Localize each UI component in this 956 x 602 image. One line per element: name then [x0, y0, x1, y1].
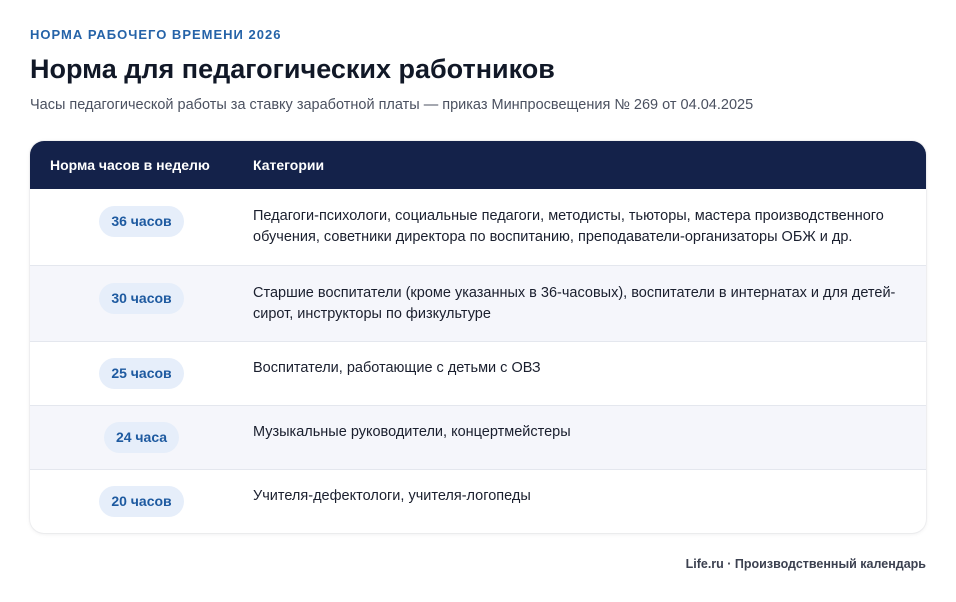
- table-row: 20 часов Учителя-дефектологи, учителя-ло…: [30, 469, 926, 533]
- category-cell: Педагоги-психологи, социальные педагоги,…: [253, 208, 884, 245]
- table-row: 25 часов Воспитатели, работающие с детьм…: [30, 341, 926, 405]
- hours-cell: 30 часов: [30, 266, 253, 314]
- category-cell: Воспитатели, работающие с детьми с ОВЗ: [253, 360, 541, 376]
- column-header-hours: Норма часов в неделю: [50, 157, 210, 173]
- category-cell: Музыкальные руководители, концертмейстер…: [253, 424, 571, 440]
- hours-badge: 20 часов: [99, 486, 184, 517]
- category-cell: Учителя-дефектологи, учителя-логопеды: [253, 488, 531, 504]
- table-row: 30 часов Старшие воспитатели (кроме указ…: [30, 265, 926, 341]
- column-header-categories: Категории: [253, 157, 325, 173]
- hours-cell: 20 часов: [30, 470, 253, 517]
- hours-cell: 24 часа: [30, 406, 253, 453]
- table-row: 24 часа Музыкальные руководители, концер…: [30, 405, 926, 469]
- page-subtitle: Часы педагогической работы за ставку зар…: [30, 97, 754, 113]
- kicker-label: НОРМА РАБОЧЕГО ВРЕМЕНИ 2026: [30, 27, 282, 42]
- hours-badge: 36 часов: [99, 206, 184, 237]
- hours-table: Норма часов в неделю Категории 36 часов …: [30, 141, 926, 533]
- table-row: 36 часов Педагоги-психологи, социальные …: [30, 189, 926, 265]
- category-cell: Старшие воспитатели (кроме указанных в 3…: [253, 285, 896, 322]
- table-header: Норма часов в неделю Категории: [30, 141, 926, 189]
- source-footer: Life.ru · Производственный календарь: [685, 557, 926, 571]
- page-title: Норма для педагогических работников: [30, 54, 555, 84]
- hours-cell: 25 часов: [30, 342, 253, 389]
- hours-badge: 24 часа: [103, 422, 180, 453]
- hours-cell: 36 часов: [30, 189, 253, 237]
- hours-badge: 25 часов: [99, 358, 184, 389]
- hours-badge: 30 часов: [99, 283, 184, 314]
